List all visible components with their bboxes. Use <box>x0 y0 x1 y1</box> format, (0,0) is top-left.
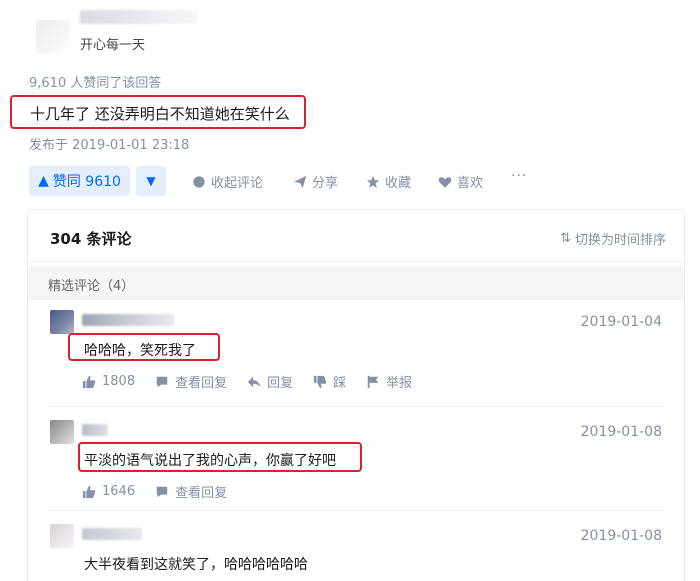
thumbs-down-icon <box>314 375 327 388</box>
view-replies-label: 查看回复 <box>175 376 228 391</box>
dislike-label: 踩 <box>333 376 347 391</box>
featured-comments-bar: 精选评论（4） <box>28 266 684 300</box>
comment-divider <box>48 510 664 511</box>
share-label: 分享 <box>312 176 339 191</box>
commenter-avatar[interactable] <box>50 420 74 444</box>
collapse-comments-label: 收起评论 <box>211 176 264 191</box>
reply-button[interactable]: 回复 <box>247 372 293 391</box>
view-replies-label: 查看回复 <box>175 486 228 501</box>
upvote-button[interactable]: ▲ 赞同 9610 <box>29 166 130 196</box>
upvote-summary: 9,610 人赞同了该回答 <box>29 76 162 91</box>
comment-text: 平淡的语气说出了我的心声，你赢了好吧 <box>84 453 336 469</box>
chat-bubble-icon <box>156 486 168 497</box>
comment-like-button[interactable]: 1646 <box>82 482 135 501</box>
comment-actions: 1808 查看回复 回复 踩 举报 <box>82 372 412 391</box>
commenter-name[interactable] <box>82 528 142 540</box>
comment-date: 2019-01-04 <box>580 314 662 330</box>
view-replies-button[interactable]: 查看回复 <box>155 482 227 501</box>
comment-text: 哈哈哈，笑死我了 <box>84 343 196 359</box>
commenter-name[interactable] <box>82 314 174 326</box>
comments-header: 304 条评论 ⇅ 切换为时间排序 <box>28 210 684 262</box>
comment-like-count: 1646 <box>102 484 136 499</box>
comment-icon <box>193 175 205 188</box>
comment-date: 2019-01-08 <box>580 424 662 440</box>
dislike-button[interactable]: 踩 <box>313 372 346 391</box>
caret-down-icon: ▼ <box>146 174 156 188</box>
comment-date: 2019-01-08 <box>580 528 662 544</box>
thumbs-up-icon <box>82 485 96 498</box>
answer-content: 十几年了 还没弄明白不知道她在笑什么 <box>30 105 290 123</box>
paper-plane-icon <box>293 175 307 188</box>
caret-up-icon: ▲ <box>38 173 49 189</box>
chat-bubble-icon <box>156 376 168 387</box>
collapse-comments-button[interactable]: 收起评论 <box>192 172 263 191</box>
favorite-button[interactable]: 收藏 <box>366 172 411 191</box>
commenter-avatar[interactable] <box>50 524 74 548</box>
featured-comments-label: 精选评论（4） <box>48 279 135 294</box>
favorite-label: 收藏 <box>385 176 412 191</box>
share-button[interactable]: 分享 <box>293 172 338 191</box>
reply-arrow-icon <box>247 376 261 387</box>
report-label: 举报 <box>386 376 413 391</box>
sort-arrows-icon: ⇅ <box>560 231 571 246</box>
sort-toggle-button[interactable]: ⇅ 切换为时间排序 <box>560 229 666 248</box>
comments-panel: 304 条评论 ⇅ 切换为时间排序 精选评论（4） 2019-01-04 哈哈哈… <box>27 209 685 581</box>
thumbs-up-icon <box>82 375 96 388</box>
view-replies-button[interactable]: 查看回复 <box>155 372 227 391</box>
upvote-label: 赞同 9610 <box>52 174 121 190</box>
comment-like-count: 1808 <box>102 374 136 389</box>
sort-toggle-label: 切换为时间排序 <box>574 233 666 248</box>
report-button[interactable]: 举报 <box>366 372 412 391</box>
author-headline: 开心每一天 <box>80 38 146 53</box>
author-avatar[interactable] <box>36 20 70 54</box>
reply-label: 回复 <box>267 376 294 391</box>
publish-time[interactable]: 发布于 2019-01-01 23:18 <box>29 134 189 153</box>
heart-icon <box>438 176 452 188</box>
like-label: 喜欢 <box>457 176 484 191</box>
flag-icon <box>367 375 379 388</box>
comment-count: 304 条评论 <box>50 230 132 248</box>
downvote-button[interactable]: ▼ <box>136 166 166 196</box>
like-button[interactable]: 喜欢 <box>438 172 483 191</box>
comment-text: 大半夜看到这就笑了，哈哈哈哈哈哈 <box>84 557 308 573</box>
commenter-avatar[interactable] <box>50 310 74 334</box>
comment-divider <box>48 406 664 407</box>
commenter-name[interactable] <box>82 424 108 436</box>
star-icon <box>366 175 380 188</box>
comment-like-button[interactable]: 1808 <box>82 372 135 391</box>
author-name[interactable] <box>80 10 198 24</box>
more-options-button[interactable]: ··· <box>511 168 527 184</box>
comment-actions: 1646 查看回复 <box>82 482 227 501</box>
